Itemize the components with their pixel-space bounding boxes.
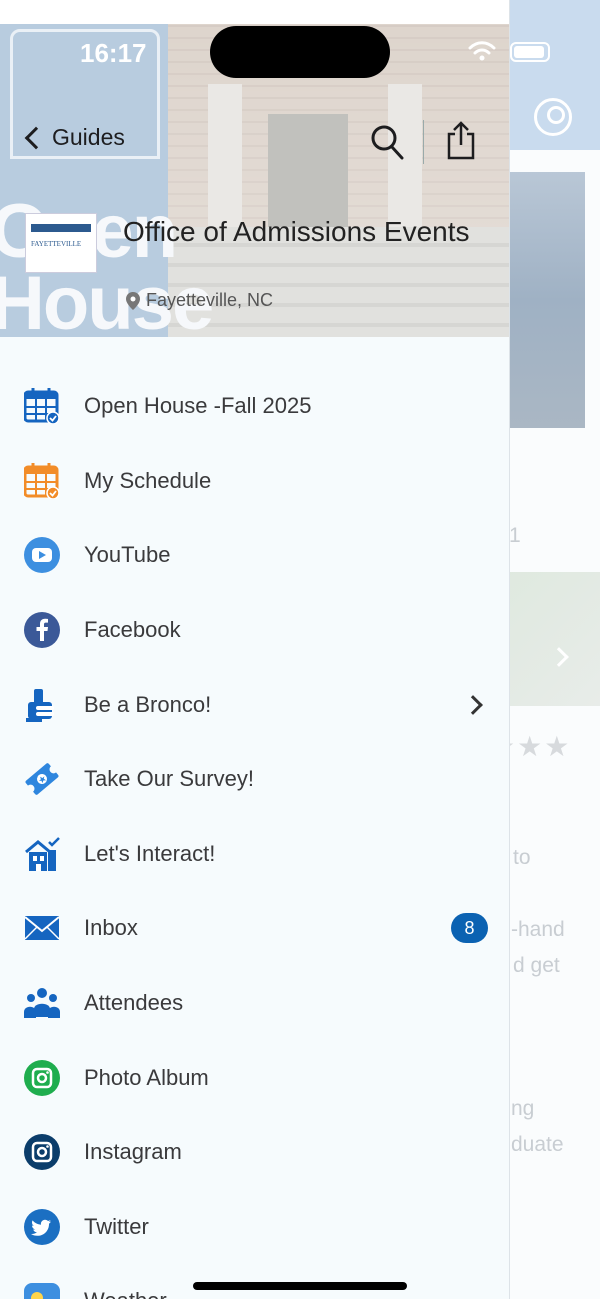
- menu-item-label: Photo Album: [84, 1064, 209, 1090]
- location: Fayetteville, NC: [126, 290, 273, 311]
- menu-item-my-schedule[interactable]: My Schedule: [0, 444, 509, 519]
- menu-item-label: Take Our Survey!: [84, 766, 254, 792]
- envelope-icon: [24, 916, 60, 941]
- menu-item-label: Facebook: [84, 617, 181, 643]
- battery-icon: [510, 42, 550, 62]
- youtube-icon: [24, 537, 60, 574]
- drawer-menu: Open House -Fall 2025 My Schedule YouTub…: [0, 369, 509, 1299]
- background-photo: [505, 172, 585, 428]
- org-logo: [25, 213, 97, 273]
- thumbs-up-icon: [26, 688, 54, 722]
- calendar-check-icon: [24, 388, 60, 425]
- photo-icon: [24, 1059, 60, 1096]
- back-button[interactable]: Guides: [22, 124, 125, 151]
- profile-icon[interactable]: [534, 98, 572, 136]
- menu-item-label: Twitter: [84, 1213, 149, 1239]
- menu-item-label: Let's Interact!: [84, 840, 216, 866]
- menu-item-attendees[interactable]: Attendees: [0, 966, 509, 1041]
- background-text: 1: [509, 524, 521, 547]
- menu-item-take-our-survey[interactable]: Take Our Survey!: [0, 742, 509, 817]
- background-text: -hand: [511, 918, 565, 941]
- home-indicator: [193, 1282, 407, 1290]
- dynamic-island: [210, 26, 390, 78]
- menu-item-photo-album[interactable]: Photo Album: [0, 1040, 509, 1115]
- background-text: to: [513, 846, 531, 869]
- search-icon[interactable]: [370, 124, 404, 160]
- menu-item-label: Weather: [84, 1288, 167, 1299]
- chevron-left-icon: [24, 126, 48, 149]
- menu-item-label: Attendees: [84, 990, 184, 1016]
- back-label: Guides: [52, 124, 125, 150]
- org-title: Office of Admissions Events: [123, 216, 470, 247]
- location-label: Fayetteville, NC: [146, 290, 274, 310]
- status-time: 16:17: [80, 38, 147, 68]
- ticket-icon: [25, 763, 59, 795]
- menu-item-be-a-bronco[interactable]: Be a Bronco!: [0, 667, 509, 742]
- calendar-check-icon: [24, 462, 60, 499]
- menu-item-label: Be a Bronco!: [84, 691, 212, 717]
- share-icon[interactable]: [444, 120, 478, 160]
- background-text: duate: [511, 1133, 564, 1156]
- building-icon: [25, 836, 60, 871]
- menu-item-youtube[interactable]: YouTube: [0, 518, 509, 593]
- side-drawer: Open House Guides Office of Admissions E…: [0, 0, 510, 1299]
- wifi-icon: [468, 41, 496, 61]
- weather-icon: [24, 1283, 60, 1299]
- divider: [423, 120, 424, 164]
- menu-item-twitter[interactable]: Twitter: [0, 1190, 509, 1265]
- twitter-icon: [24, 1208, 60, 1245]
- menu-item-open-house[interactable]: Open House -Fall 2025: [0, 369, 509, 444]
- menu-item-label: YouTube: [84, 542, 171, 568]
- instagram-icon: [24, 1134, 60, 1171]
- background-map: [505, 572, 600, 706]
- unread-count-badge: 8: [451, 913, 488, 944]
- people-icon: [24, 988, 60, 1019]
- menu-item-label: Inbox: [84, 915, 138, 941]
- menu-item-facebook[interactable]: Facebook: [0, 593, 509, 668]
- menu-item-instagram[interactable]: Instagram: [0, 1115, 509, 1190]
- facebook-icon: [24, 612, 60, 649]
- menu-item-inbox[interactable]: Inbox 8: [0, 891, 509, 966]
- menu-item-lets-interact[interactable]: Let's Interact!: [0, 817, 509, 892]
- location-pin-icon: [126, 291, 140, 310]
- chevron-right-icon: [463, 694, 483, 715]
- menu-item-label: Instagram: [84, 1139, 182, 1165]
- background-text: d get: [513, 954, 560, 977]
- menu-item-label: My Schedule: [84, 467, 212, 493]
- menu-item-label: Open House -Fall 2025: [84, 393, 312, 419]
- background-text: ng: [511, 1097, 535, 1120]
